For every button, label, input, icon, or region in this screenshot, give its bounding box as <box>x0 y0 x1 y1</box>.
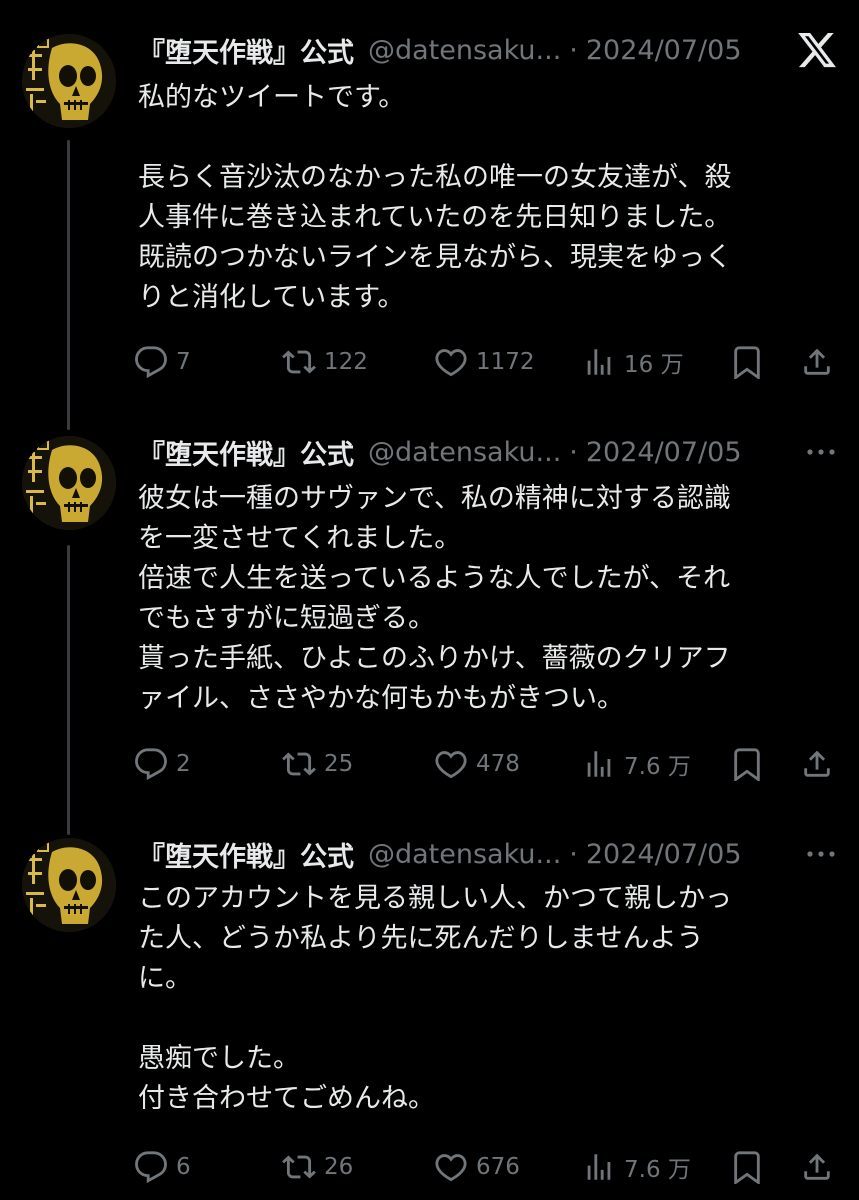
reply-count: 7 <box>176 349 191 375</box>
display-name[interactable]: 『堕天作戦』公式 <box>138 835 354 874</box>
reply-icon <box>135 346 167 379</box>
tweet-line: りと消化しています。 <box>138 282 405 313</box>
share-button[interactable] <box>800 742 834 786</box>
tweet-line: に。 <box>138 963 192 994</box>
separator-dot: · <box>569 436 578 468</box>
tweet-actions: 6 26 676 7.6 万 <box>134 1145 844 1189</box>
bookmark-icon <box>734 346 760 379</box>
share-button[interactable] <box>800 1145 834 1189</box>
user-handle[interactable]: @datensaku... <box>368 839 561 870</box>
view-count: 7.6 万 <box>624 754 691 780</box>
user-handle[interactable]: @datensaku... <box>368 437 561 468</box>
bookmark-button[interactable] <box>730 1145 764 1189</box>
reply-count: 6 <box>176 1154 191 1180</box>
like-button[interactable]: 1172 <box>434 340 535 384</box>
avatar[interactable] <box>22 436 116 530</box>
tweet-line: 彼女は一種のサヴァンで、私の精神に対する認識 <box>138 483 731 514</box>
views-button[interactable]: 7.6 万 <box>582 742 691 786</box>
heart-icon <box>435 349 467 377</box>
tweet-thread: 『堕天作戦』公式 @datensaku... · 2024/07/05 私的なツ… <box>0 0 859 1200</box>
bookmark-button[interactable] <box>730 340 764 384</box>
view-count: 16 万 <box>624 352 684 378</box>
tweet-line: 付き合わせてごめんね。 <box>138 1083 435 1114</box>
retweet-button[interactable]: 26 <box>282 1145 353 1189</box>
reply-icon <box>135 1151 167 1184</box>
avatar[interactable] <box>22 34 116 128</box>
retweet-icon <box>282 350 316 374</box>
share-icon <box>804 1153 830 1180</box>
heart-icon <box>435 751 467 779</box>
reply-button[interactable]: 6 <box>134 1145 191 1189</box>
reply-count: 2 <box>176 751 191 777</box>
reply-button[interactable]: 7 <box>134 340 191 384</box>
tweet-line: 人事件に巻き込まれていたのを先日知りました。 <box>138 202 732 233</box>
share-button[interactable] <box>800 340 834 384</box>
retweet-count: 25 <box>324 751 354 777</box>
x-logo-icon <box>796 29 838 71</box>
retweet-icon <box>282 752 316 776</box>
tweet-actions: 7 122 1172 16 万 <box>134 340 844 384</box>
tweet-header: 『堕天作戦』公式 @datensaku... · 2024/07/05 <box>138 432 742 472</box>
tweet-text: 彼女は一種のサヴァンで、私の精神に対する認識 を一変させてくれました。 倍速で人… <box>138 479 828 719</box>
retweet-count: 122 <box>324 349 368 375</box>
tweet-line: を一変させてくれました。 <box>138 523 462 554</box>
tweet-line: ァイル、ささやかな何もかもがきつい。 <box>138 683 624 714</box>
tweet-header: 『堕天作戦』公式 @datensaku... · 2024/07/05 <box>138 30 742 70</box>
separator-dot: · <box>569 838 578 870</box>
more-dots-icon[interactable] <box>804 844 838 864</box>
views-chart-icon <box>587 751 611 777</box>
bookmark-button[interactable] <box>730 742 764 786</box>
tweet-line: 愚痴でした。 <box>138 1043 300 1074</box>
skull-logo-avatar-image <box>22 34 116 128</box>
tweet-line: 貰った手紙、ひよこのふりかけ、薔薇のクリアフ <box>138 643 731 674</box>
tweet-line: このアカウントを見る親しい人、かつて親しかっ <box>138 883 732 914</box>
skull-logo-avatar-image <box>22 838 116 932</box>
more-dots-icon[interactable] <box>804 442 838 462</box>
display-name[interactable]: 『堕天作戦』公式 <box>138 433 354 472</box>
user-handle[interactable]: @datensaku... <box>368 35 561 66</box>
display-name[interactable]: 『堕天作戦』公式 <box>138 31 354 70</box>
like-count: 1172 <box>476 349 535 375</box>
reply-icon <box>135 748 167 781</box>
tweet-line: た人、どうか私より先に死んだりしませんよう <box>138 923 704 954</box>
tweet-date[interactable]: 2024/07/05 <box>586 839 742 870</box>
views-chart-icon <box>587 1154 611 1180</box>
tweet-line: でもさすがに短過ぎる。 <box>138 603 435 634</box>
tweet-line: 長らく音沙汰のなかった私の唯一の女友達が、殺 <box>138 162 732 193</box>
bookmark-icon <box>734 748 760 781</box>
tweet-line: 既読のつかないラインを見ながら、現実をゆっく <box>138 242 732 273</box>
view-count: 7.6 万 <box>624 1157 691 1183</box>
tweet-text: このアカウントを見る親しい人、かつて親しかっ た人、どうか私より先に死んだりしま… <box>138 879 828 1119</box>
tweet-header: 『堕天作戦』公式 @datensaku... · 2024/07/05 <box>138 834 742 874</box>
tweet-text: 私的なツイートです。 長らく音沙汰のなかった私の唯一の女友達が、殺 人事件に巻き… <box>138 78 828 318</box>
avatar[interactable] <box>22 838 116 932</box>
retweet-button[interactable]: 25 <box>282 742 353 786</box>
like-button[interactable]: 478 <box>434 742 520 786</box>
skull-logo-avatar-image <box>22 436 116 530</box>
views-chart-icon <box>587 349 611 375</box>
reply-button[interactable]: 2 <box>134 742 191 786</box>
heart-icon <box>435 1154 467 1182</box>
tweet-date[interactable]: 2024/07/05 <box>586 35 742 66</box>
thread-connector-line <box>67 545 70 835</box>
like-button[interactable]: 676 <box>434 1145 520 1189</box>
thread-connector-line <box>67 140 70 430</box>
tweet-actions: 2 25 478 7.6 万 <box>134 742 844 786</box>
retweet-count: 26 <box>324 1154 354 1180</box>
tweet-date[interactable]: 2024/07/05 <box>586 437 742 468</box>
separator-dot: · <box>569 34 578 66</box>
retweet-button[interactable]: 122 <box>282 340 368 384</box>
retweet-icon <box>282 1155 316 1179</box>
tweet-line: 私的なツイートです。 <box>138 82 406 113</box>
share-icon <box>804 348 830 375</box>
views-button[interactable]: 16 万 <box>582 340 684 384</box>
bookmark-icon <box>734 1151 760 1184</box>
like-count: 478 <box>476 751 520 777</box>
share-icon <box>804 750 830 777</box>
views-button[interactable]: 7.6 万 <box>582 1145 691 1189</box>
like-count: 676 <box>476 1154 520 1180</box>
tweet-line: 倍速で人生を送っているような人でしたが、それ <box>138 563 731 594</box>
